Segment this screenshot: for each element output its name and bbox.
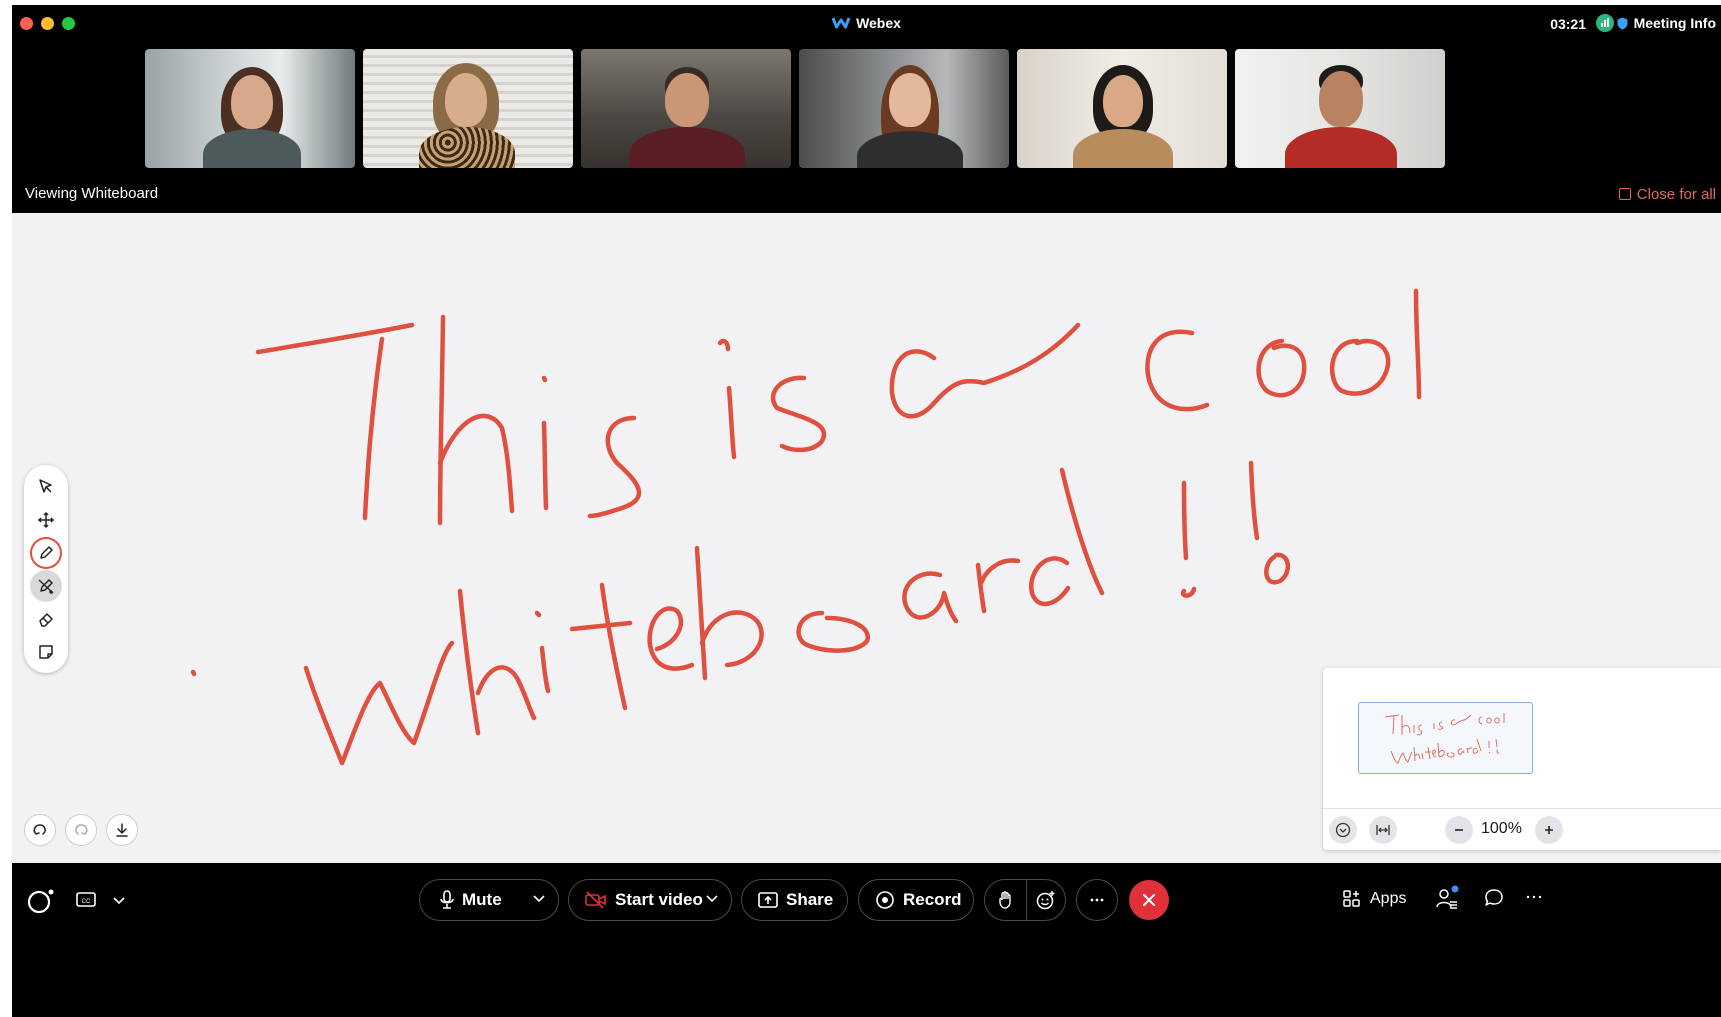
smart-pencil-icon bbox=[38, 579, 54, 594]
minimap-viewport[interactable] bbox=[1358, 702, 1533, 774]
undo-icon bbox=[33, 824, 46, 835]
raise-hand-button[interactable] bbox=[997, 890, 1015, 915]
webex-logo-icon bbox=[831, 16, 851, 32]
pen-tool[interactable] bbox=[30, 537, 62, 569]
captions-button[interactable]: CC bbox=[76, 891, 98, 914]
minimap-panel: 100% bbox=[1323, 668, 1721, 850]
meeting-info-label: Meeting Info bbox=[1633, 15, 1716, 31]
apps-label: Apps bbox=[1370, 890, 1407, 907]
pan-tool[interactable] bbox=[30, 504, 62, 536]
chat-button[interactable] bbox=[1483, 887, 1505, 909]
pencil-icon bbox=[40, 546, 53, 559]
app-title: Webex bbox=[856, 15, 901, 31]
close-for-all-button[interactable]: Close for all bbox=[1618, 186, 1716, 203]
participant-video-tile[interactable] bbox=[1235, 49, 1445, 168]
close-square-icon bbox=[1618, 188, 1631, 200]
fit-width-icon bbox=[1376, 825, 1390, 835]
more-menu-button[interactable] bbox=[1526, 895, 1542, 899]
chevron-down-circle-icon bbox=[1335, 822, 1351, 838]
undo-button[interactable] bbox=[24, 814, 56, 846]
smart-pen-tool[interactable] bbox=[30, 570, 62, 602]
chat-bubble-icon bbox=[1485, 889, 1503, 906]
sticky-note-tool[interactable] bbox=[30, 636, 62, 668]
select-tool[interactable] bbox=[30, 471, 62, 503]
eraser-icon bbox=[39, 613, 53, 627]
fit-to-screen-button[interactable] bbox=[1369, 816, 1397, 844]
mute-button[interactable]: Mute bbox=[419, 879, 559, 921]
webex-window: Webex 03:21 Meeting Info Viewing Whitebo… bbox=[12, 5, 1721, 1017]
svg-text:CC: CC bbox=[82, 899, 91, 905]
redo-icon bbox=[75, 824, 88, 835]
participant-video-tile[interactable] bbox=[799, 49, 1009, 168]
participant-video-tile[interactable] bbox=[581, 49, 791, 168]
sticky-note-icon bbox=[39, 645, 53, 659]
video-off-icon bbox=[585, 891, 606, 909]
reactions-button[interactable] bbox=[1036, 890, 1056, 915]
meeting-info-button[interactable]: Meeting Info bbox=[1617, 15, 1716, 33]
minus-icon bbox=[1455, 829, 1463, 831]
shield-icon bbox=[1617, 17, 1628, 33]
connection-signal-icon[interactable] bbox=[1596, 14, 1614, 32]
share-screen-icon bbox=[758, 892, 778, 908]
start-video-button[interactable]: Start video bbox=[568, 879, 732, 921]
reactions-divider bbox=[1026, 880, 1027, 920]
redo-button[interactable] bbox=[65, 814, 97, 846]
close-for-all-label: Close for all bbox=[1636, 186, 1716, 203]
more-dots-icon bbox=[1090, 898, 1104, 902]
more-options-button[interactable] bbox=[1076, 879, 1118, 921]
closed-captions-icon: CC bbox=[76, 892, 96, 907]
download-icon bbox=[116, 823, 128, 837]
eraser-tool[interactable] bbox=[30, 603, 62, 635]
apps-button[interactable]: Apps bbox=[1342, 889, 1406, 909]
whiteboard-toolbar bbox=[24, 465, 68, 673]
mute-label: Mute bbox=[462, 890, 502, 909]
apps-grid-icon bbox=[1343, 890, 1360, 907]
assistant-icon bbox=[27, 889, 54, 914]
record-button[interactable]: Record bbox=[858, 879, 974, 921]
meeting-timer: 03:21 bbox=[1550, 16, 1586, 32]
participants-button[interactable] bbox=[1434, 885, 1460, 911]
record-icon bbox=[876, 891, 894, 909]
record-label: Record bbox=[903, 890, 962, 909]
emoji-add-icon bbox=[1036, 891, 1055, 910]
reactions-group bbox=[984, 879, 1066, 921]
meeting-control-bar: CC Mute Start video Share Record Apps bbox=[12, 863, 1721, 1017]
share-label: Share bbox=[786, 890, 834, 909]
participant-video-tile[interactable] bbox=[145, 49, 355, 168]
app-title-container: Webex bbox=[12, 15, 1721, 32]
title-bar: Webex 03:21 Meeting Info bbox=[12, 5, 1721, 41]
minimap-divider bbox=[1323, 808, 1721, 809]
collapse-minimap-button[interactable] bbox=[1329, 816, 1357, 844]
participant-video-tile[interactable] bbox=[1017, 49, 1227, 168]
viewing-whiteboard-label: Viewing Whiteboard bbox=[25, 185, 159, 202]
leave-meeting-button[interactable] bbox=[1129, 880, 1169, 920]
plus-icon bbox=[1545, 826, 1553, 834]
pointer-icon bbox=[39, 479, 52, 493]
webex-assistant-button[interactable] bbox=[26, 887, 56, 920]
move-icon bbox=[37, 511, 55, 529]
chevron-down-icon[interactable] bbox=[705, 892, 719, 906]
share-button[interactable]: Share bbox=[741, 879, 848, 921]
chevron-down-icon bbox=[113, 897, 125, 905]
close-icon bbox=[1143, 894, 1155, 906]
start-video-label: Start video bbox=[615, 890, 703, 909]
participants-icon bbox=[1436, 885, 1459, 909]
more-dots-icon bbox=[1526, 895, 1542, 899]
participant-video-tile[interactable] bbox=[363, 49, 573, 168]
zoom-in-button[interactable] bbox=[1535, 816, 1563, 844]
raise-hand-icon bbox=[999, 891, 1011, 909]
whiteboard-canvas[interactable]: 100% bbox=[12, 213, 1721, 863]
minimap-ink-preview bbox=[1384, 713, 1505, 764]
zoom-out-button[interactable] bbox=[1445, 816, 1473, 844]
zoom-level: 100% bbox=[1481, 820, 1522, 837]
captions-options-button[interactable] bbox=[112, 893, 126, 911]
download-button[interactable] bbox=[106, 814, 138, 846]
chevron-down-icon[interactable] bbox=[532, 892, 546, 906]
microphone-icon bbox=[440, 890, 454, 909]
